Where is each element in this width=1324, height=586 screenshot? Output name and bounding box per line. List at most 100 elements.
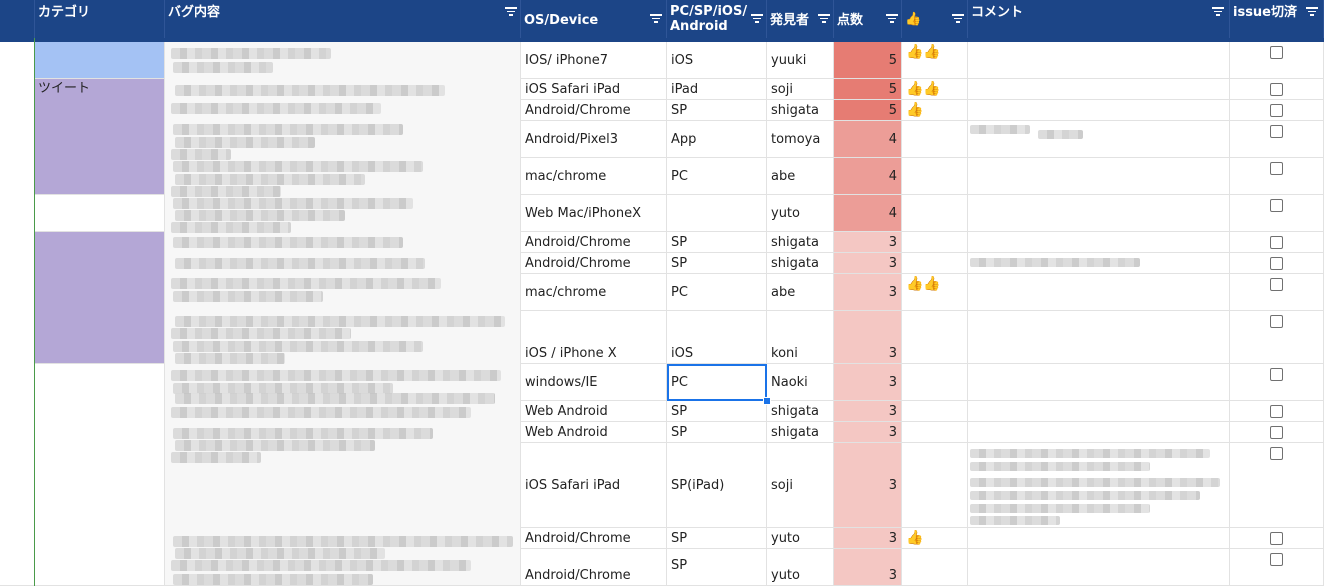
os-device-cell[interactable]: Web Android [521, 422, 667, 443]
score-cell[interactable]: 4 [834, 158, 902, 195]
issue-cell[interactable] [1230, 195, 1324, 232]
os-device-cell[interactable]: Android/Chrome [521, 549, 667, 586]
comment-cell[interactable] [968, 311, 1230, 364]
platform-cell[interactable]: App [667, 121, 767, 158]
platform-cell[interactable] [667, 195, 767, 232]
filter-icon[interactable] [818, 13, 830, 23]
issue-filed-checkbox[interactable] [1270, 278, 1283, 291]
score-cell[interactable]: 3 [834, 364, 902, 401]
thumbs-cell[interactable] [902, 158, 968, 195]
comment-cell[interactable] [968, 528, 1230, 549]
comment-cell[interactable] [968, 100, 1230, 121]
issue-cell[interactable] [1230, 311, 1324, 364]
platform-cell[interactable]: SP [667, 253, 767, 274]
comment-cell[interactable] [968, 195, 1230, 232]
score-cell[interactable]: 3 [834, 274, 902, 311]
comment-cell[interactable] [968, 158, 1230, 195]
os-device-cell[interactable]: iOS Safari iPad [521, 79, 667, 100]
score-cell[interactable]: 4 [834, 195, 902, 232]
thumbs-cell[interactable]: 👍 [902, 528, 968, 549]
thumbs-cell[interactable] [902, 195, 968, 232]
reporter-cell[interactable]: soji [767, 443, 834, 528]
comment-cell[interactable] [968, 274, 1230, 311]
os-device-cell[interactable]: Android/Chrome [521, 100, 667, 121]
issue-cell[interactable] [1230, 364, 1324, 401]
score-cell[interactable]: 3 [834, 443, 902, 528]
platform-cell[interactable]: SP [667, 549, 767, 586]
platform-cell[interactable]: SP [667, 401, 767, 422]
category-cell[interactable] [35, 232, 165, 364]
header-category[interactable]: カテゴリ [35, 0, 165, 38]
header-pc[interactable]: PC/SP/iOS/Android [667, 0, 767, 38]
thumbs-cell[interactable] [902, 253, 968, 274]
issue-cell[interactable] [1230, 232, 1324, 253]
issue-cell[interactable] [1230, 401, 1324, 422]
platform-cell[interactable]: PC [667, 274, 767, 311]
os-device-cell[interactable]: windows/IE [521, 364, 667, 401]
platform-cell[interactable]: iOS [667, 42, 767, 79]
thumbs-cell[interactable] [902, 232, 968, 253]
issue-cell[interactable] [1230, 42, 1324, 79]
comment-cell[interactable] [968, 79, 1230, 100]
issue-filed-checkbox[interactable] [1270, 405, 1283, 418]
thumbs-cell[interactable] [902, 311, 968, 364]
issue-filed-checkbox[interactable] [1270, 368, 1283, 381]
os-device-cell[interactable]: Android/Chrome [521, 528, 667, 549]
reporter-cell[interactable]: shigata [767, 401, 834, 422]
issue-cell[interactable] [1230, 121, 1324, 158]
platform-cell[interactable]: iOS [667, 311, 767, 364]
thumbs-cell[interactable] [902, 422, 968, 443]
category-cell[interactable]: ツイート [35, 79, 165, 195]
comment-cell[interactable] [968, 253, 1230, 274]
thumbs-cell[interactable]: 👍👍 [902, 42, 968, 79]
thumbs-cell[interactable] [902, 401, 968, 422]
issue-cell[interactable] [1230, 100, 1324, 121]
thumbs-cell[interactable]: 👍👍 [902, 274, 968, 311]
score-cell[interactable]: 3 [834, 528, 902, 549]
score-cell[interactable]: 3 [834, 549, 902, 586]
issue-filed-checkbox[interactable] [1270, 532, 1283, 545]
header-thumbs[interactable]: 👍 [902, 0, 968, 38]
score-cell[interactable]: 3 [834, 232, 902, 253]
filter-icon[interactable] [650, 13, 662, 23]
os-device-cell[interactable]: iOS Safari iPad [521, 443, 667, 528]
reporter-cell[interactable]: abe [767, 274, 834, 311]
platform-cell[interactable]: SP [667, 100, 767, 121]
comment-cell[interactable] [968, 121, 1230, 158]
issue-filed-checkbox[interactable] [1270, 315, 1283, 328]
issue-cell[interactable] [1230, 79, 1324, 100]
platform-cell[interactable]: PC [667, 364, 767, 401]
platform-cell[interactable]: SP [667, 528, 767, 549]
issue-cell[interactable] [1230, 422, 1324, 443]
issue-cell[interactable] [1230, 549, 1324, 586]
reporter-cell[interactable]: shigata [767, 232, 834, 253]
issue-filed-checkbox[interactable] [1270, 125, 1283, 138]
category-cell[interactable] [35, 364, 165, 586]
header-bug[interactable]: バグ内容 [165, 0, 521, 38]
platform-cell[interactable]: iPad [667, 79, 767, 100]
score-cell[interactable]: 5 [834, 79, 902, 100]
comment-cell[interactable] [968, 549, 1230, 586]
header-os[interactable]: OS/Device [521, 0, 667, 38]
thumbs-cell[interactable] [902, 364, 968, 401]
comment-cell[interactable] [968, 443, 1230, 528]
issue-filed-checkbox[interactable] [1270, 426, 1283, 439]
issue-filed-checkbox[interactable] [1270, 257, 1283, 270]
score-cell[interactable]: 3 [834, 253, 902, 274]
comment-cell[interactable] [968, 42, 1230, 79]
filter-icon[interactable] [751, 13, 763, 23]
issue-cell[interactable] [1230, 528, 1324, 549]
reporter-cell[interactable]: Naoki [767, 364, 834, 401]
filter-icon[interactable] [1306, 6, 1318, 16]
comment-cell[interactable] [968, 401, 1230, 422]
issue-filed-checkbox[interactable] [1270, 83, 1283, 96]
header-comment[interactable]: コメント [968, 0, 1230, 38]
comment-cell[interactable] [968, 364, 1230, 401]
platform-cell[interactable]: SP(iPad) [667, 443, 767, 528]
filter-icon[interactable] [1212, 6, 1224, 16]
os-device-cell[interactable]: mac/chrome [521, 158, 667, 195]
reporter-cell[interactable]: shigata [767, 422, 834, 443]
thumbs-cell[interactable] [902, 443, 968, 528]
os-device-cell[interactable]: Android/Chrome [521, 232, 667, 253]
os-device-cell[interactable]: Android/Pixel3 [521, 121, 667, 158]
